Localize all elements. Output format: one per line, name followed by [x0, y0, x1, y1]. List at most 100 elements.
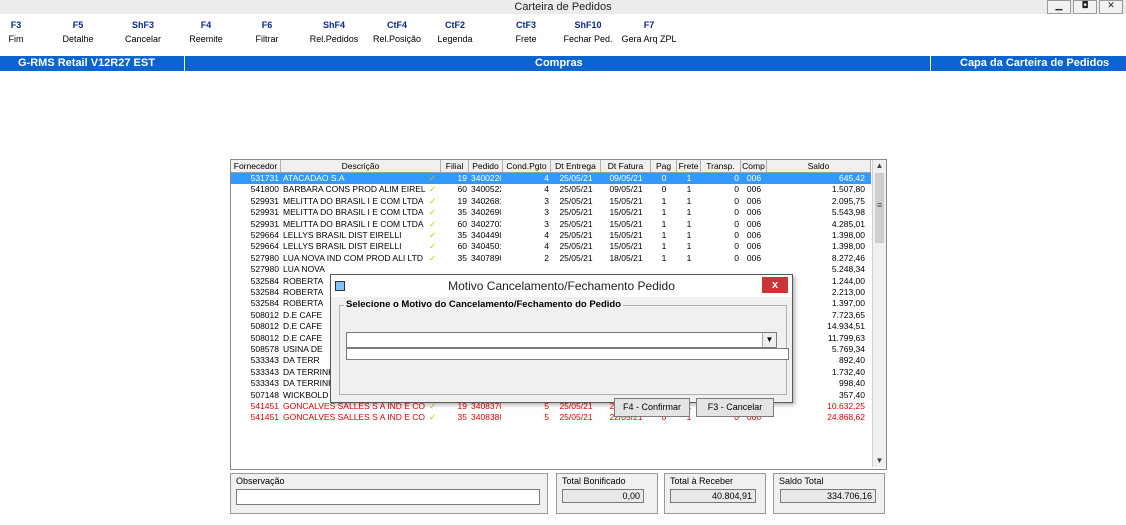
table-cell: 19	[457, 195, 467, 206]
table-cell: 508012	[250, 309, 279, 320]
table-cell: GONCALVES SALLES S A IND E CO	[283, 412, 426, 423]
table-cell: 35	[457, 207, 467, 218]
table-cell: 0	[734, 241, 739, 252]
table-cell: 541451	[250, 412, 279, 423]
table-cell: 25/05/21	[559, 218, 593, 229]
minimize-button[interactable]: ▁	[1047, 0, 1071, 14]
table-cell: 15/05/21	[609, 241, 643, 252]
total-bonificado-value: 0,00	[562, 489, 644, 503]
checkmark-icon: ✓	[429, 207, 437, 218]
table-row[interactable]: 527980 LUA NOVA IND COM PROD ALI LTD ✓ 35 34…	[231, 253, 871, 264]
table-row[interactable]: 529664 LELLYS BRASIL DIST EIRELLI ✓ 60 34045…	[231, 241, 871, 252]
table-cell: 532584	[250, 275, 279, 286]
table-cell: 2	[544, 252, 549, 263]
scroll-grip-icon: ≡	[876, 200, 883, 210]
toolbar-button-gera-arq-zpl[interactable]: F7 Gera Arq ZPL	[619, 16, 679, 44]
table-cell: 3	[544, 207, 549, 218]
confirm-button[interactable]: F4 - Confirmar	[614, 398, 690, 417]
grid-header: Fornecedor Descrição Filial Pedido Cond.Pgto…	[231, 160, 871, 173]
toolbar-button-detalhe[interactable]: F5 Detalhe	[58, 16, 98, 44]
table-cell: MELITTA DO BRASIL I E COM LTDA	[283, 195, 424, 206]
checkmark-icon: ✓	[429, 184, 437, 195]
table-cell: 25/05/21	[559, 195, 593, 206]
dialog-close-button[interactable]: x	[762, 277, 788, 293]
close-window-button[interactable]: ✕	[1099, 0, 1123, 14]
toolbar-button-legenda[interactable]: CtF2 Legenda	[432, 16, 478, 44]
column-header[interactable]: Fornecedor	[231, 160, 281, 172]
column-header[interactable]: Cond.Pgto	[503, 160, 551, 172]
table-cell: 1	[686, 184, 692, 195]
column-header[interactable]: Saldo	[767, 160, 871, 172]
column-header[interactable]: Transp.	[701, 160, 741, 172]
toolbar-button-rel-posicao[interactable]: CtF4 Rel.Posição	[368, 16, 426, 44]
table-cell: 3408388	[471, 412, 501, 423]
grid-scrollbar[interactable]: ▲ ≡ ▼	[872, 160, 886, 467]
toolbar-button-frete[interactable]: CtF3 Frete	[506, 16, 546, 44]
dialog-titlebar: Motivo Cancelamento/Fechamento Pedido x	[331, 275, 792, 297]
toolbar-button-rel-pedidos[interactable]: ShF4 Rel.Pedidos	[304, 16, 364, 44]
table-cell: 532584	[250, 287, 279, 297]
status-bar: G-RMS Retail V12R27 EST Compras Capa da …	[0, 56, 1126, 71]
table-cell: 006	[746, 195, 762, 206]
observacao-field[interactable]	[236, 489, 540, 505]
table-cell: 508578	[250, 344, 279, 354]
cancel-button[interactable]: F3 - Cancelar	[696, 398, 774, 417]
table-cell: MELITTA DO BRASIL I E COM LTDA	[283, 207, 424, 218]
checkmark-icon: ✓	[429, 173, 437, 183]
column-header[interactable]: Frete	[677, 160, 701, 172]
chevron-down-icon[interactable]: ▼	[762, 333, 776, 347]
table-cell: ATACADAO S.A	[283, 173, 345, 183]
window-app-icon	[335, 281, 345, 291]
table-cell: LELLYS BRASIL DIST EIRELLI	[283, 230, 402, 240]
toolbar-button-filtrar[interactable]: F6 Filtrar	[247, 16, 287, 44]
reason-group-label: Selecione o Motivo do Cancelamento/Fecha…	[344, 299, 624, 310]
toolbar-button-fechar-ped[interactable]: ShF10 Fechar Ped.	[560, 16, 616, 44]
table-cell: 0	[661, 184, 667, 195]
table-cell: 3407896	[471, 252, 501, 263]
table-cell: 18/05/21	[609, 252, 643, 263]
table-cell: 1	[686, 218, 692, 229]
table-row[interactable]: 529931 MELITTA DO BRASIL I E COM LTDA ✓ 19 3…	[231, 196, 871, 207]
table-cell: 0	[661, 173, 667, 183]
table-cell: 3404498	[471, 230, 501, 240]
scroll-up-icon[interactable]: ▲	[873, 160, 886, 172]
table-cell: 25/05/21	[559, 241, 593, 252]
restore-button[interactable]: ◘	[1073, 0, 1097, 14]
table-cell: 09/05/21	[609, 184, 643, 195]
table-row[interactable]: 529664 LELLYS BRASIL DIST EIRELLI ✓ 35 34044…	[231, 230, 871, 241]
column-header[interactable]: Dt Fatura	[601, 160, 651, 172]
total-receber-label: Total à Receber	[670, 476, 734, 486]
toolbar-button-cancelar[interactable]: ShF3 Cancelar	[120, 16, 166, 44]
column-header[interactable]: Pag	[651, 160, 677, 172]
table-cell: 25/05/21	[559, 207, 593, 218]
column-header[interactable]: Dt Entrega	[551, 160, 601, 172]
toolbar-button-fim[interactable]: F3 Fim	[6, 16, 26, 44]
total-receber-panel: Total à Receber 40.804,91	[664, 473, 766, 514]
table-cell: 1	[686, 207, 692, 218]
table-row[interactable]: 541451 GONCALVES SALLES S A IND E CO ✓ 35 34…	[231, 412, 871, 423]
column-header[interactable]: Descrição	[281, 160, 441, 172]
status-screen: Capa da Carteira de Pedidos	[960, 57, 1110, 69]
table-cell: 25/05/21	[559, 173, 593, 183]
table-row[interactable]: 529931 MELITTA DO BRASIL I E COM LTDA ✓ 35 3…	[231, 207, 871, 218]
table-row[interactable]: 531731 ATACADAO S.A ✓ 19 3400220 4 25/05/21 09/…	[231, 173, 871, 184]
table-cell: 533343	[250, 355, 279, 366]
toolbar-button-reemite[interactable]: F4 Reemite	[184, 16, 228, 44]
column-header[interactable]: Filial	[441, 160, 469, 172]
table-cell: 006	[746, 230, 762, 240]
table-row[interactable]: 541800 BARBARA CONS PROD ALIM EIREL ✓ 60 340…	[231, 184, 871, 195]
table-cell: 527980	[250, 252, 279, 263]
checkmark-icon: ✓	[429, 252, 437, 263]
table-cell: 4.285,01	[831, 218, 865, 229]
table-cell: 3400220	[471, 173, 501, 183]
table-row[interactable]: 529931 MELITTA DO BRASIL I E COM LTDA ✓ 60 3…	[231, 219, 871, 230]
column-header[interactable]: Pedido	[469, 160, 503, 172]
table-cell: 006	[746, 218, 762, 229]
checkmark-icon: ✓	[429, 412, 437, 423]
reason-text-field[interactable]	[346, 348, 789, 360]
reason-combobox[interactable]: ▼	[346, 332, 777, 348]
scroll-down-icon[interactable]: ▼	[873, 455, 886, 467]
column-header[interactable]: Comp	[741, 160, 767, 172]
table-cell: 15/05/21	[609, 195, 643, 206]
table-cell: 15/05/21	[609, 230, 643, 240]
